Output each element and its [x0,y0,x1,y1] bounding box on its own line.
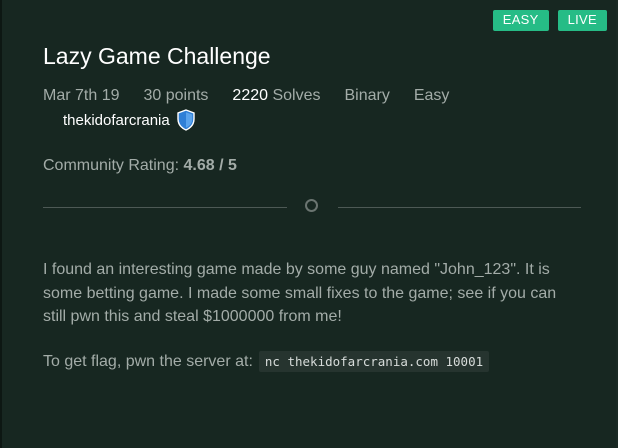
live-badge: LIVE [557,10,607,31]
challenge-category: Binary [344,87,390,104]
challenge-meta: Mar 7th 19 30 points 2220 Solves Binary … [43,87,449,105]
server-command[interactable]: nc thekidofarcrania.com 10001 [258,351,490,372]
challenge-difficulty: Easy [413,87,450,104]
author-link[interactable]: thekidofarcrania [63,109,196,131]
rating-value: 4.68 / 5 [183,157,237,174]
challenge-solves[interactable]: 2220 Solves [232,87,320,105]
flag-text: To get flag, pwn the server at: [43,352,253,370]
divider-circle-icon [305,199,318,212]
flag-instructions: To get flag, pwn the server at: nc theki… [43,351,490,372]
rating-label: Community Rating: [43,157,180,174]
divider-left [43,207,287,208]
challenge-points: 30 points [143,87,209,104]
challenge-title: Lazy Game Challenge [43,43,271,69]
divider-right [338,207,581,208]
challenge-date: Mar 7th 19 [43,87,120,104]
challenge-description: I found an interesting game made by some… [43,261,557,325]
solves-label: Solves [272,87,321,104]
difficulty-badge: EASY [492,10,549,31]
shield-icon [176,109,196,131]
challenge-card: EASY LIVE Lazy Game Challenge Mar 7th 19… [0,0,616,448]
badge-group: EASY LIVE [492,10,607,31]
author-name: thekidofarcrania [63,111,170,129]
solves-count: 2220 [232,87,269,104]
community-rating: Community Rating: 4.68 / 5 [43,157,237,175]
